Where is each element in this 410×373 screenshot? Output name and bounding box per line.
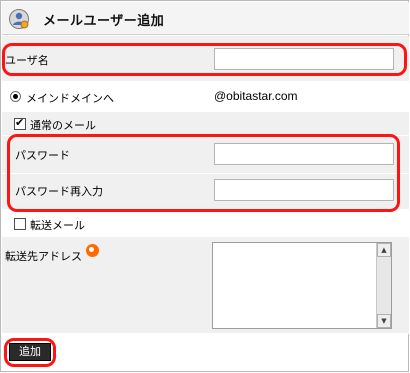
password-confirm-label: パスワード再入力 bbox=[15, 185, 103, 198]
username-label: ユーザ名 bbox=[5, 54, 49, 67]
user-settings-icon bbox=[9, 9, 29, 29]
forward-mail-label: 転送メール bbox=[30, 219, 85, 232]
password-label: パスワード bbox=[15, 149, 70, 162]
scroll-down-arrow-icon[interactable]: ▼ bbox=[377, 314, 391, 328]
normal-mail-checkbox[interactable] bbox=[14, 116, 26, 130]
main-domain-radio[interactable] bbox=[10, 91, 21, 102]
forward-address-label: 転送先アドレス bbox=[5, 250, 82, 263]
forward-address-textarea[interactable]: ▲ ▼ bbox=[212, 242, 392, 329]
username-input[interactable] bbox=[214, 48, 394, 70]
forward-mail-row: 転送メール bbox=[2, 210, 409, 237]
normal-mail-row: 通常のメール bbox=[2, 112, 409, 136]
help-lifebuoy-icon[interactable] bbox=[86, 244, 99, 257]
scroll-up-arrow-icon[interactable]: ▲ bbox=[377, 243, 391, 257]
domain-value: @obitastar.com bbox=[214, 89, 298, 103]
password-confirm-input[interactable] bbox=[214, 179, 394, 201]
title-bar: メールユーザー追加 bbox=[2, 2, 409, 35]
normal-mail-label: 通常のメール bbox=[30, 119, 96, 132]
textarea-scrollbar[interactable]: ▲ ▼ bbox=[376, 243, 391, 328]
password-input[interactable] bbox=[214, 143, 394, 165]
forward-mail-checkbox[interactable] bbox=[14, 218, 26, 230]
add-button[interactable]: 追加 bbox=[9, 343, 51, 361]
password-row: パスワード bbox=[2, 136, 409, 174]
password-confirm-row: パスワード再入力 bbox=[2, 174, 409, 210]
domain-row: メインドメインへ @obitastar.com bbox=[2, 82, 409, 112]
page-title: メールユーザー追加 bbox=[43, 14, 165, 29]
username-row: ユーザ名 bbox=[2, 36, 409, 82]
main-domain-label: メインドメインへ bbox=[26, 92, 114, 105]
mail-user-add-panel: メールユーザー追加 ユーザ名 メインドメインへ @obitastar.com 通… bbox=[0, 0, 409, 372]
